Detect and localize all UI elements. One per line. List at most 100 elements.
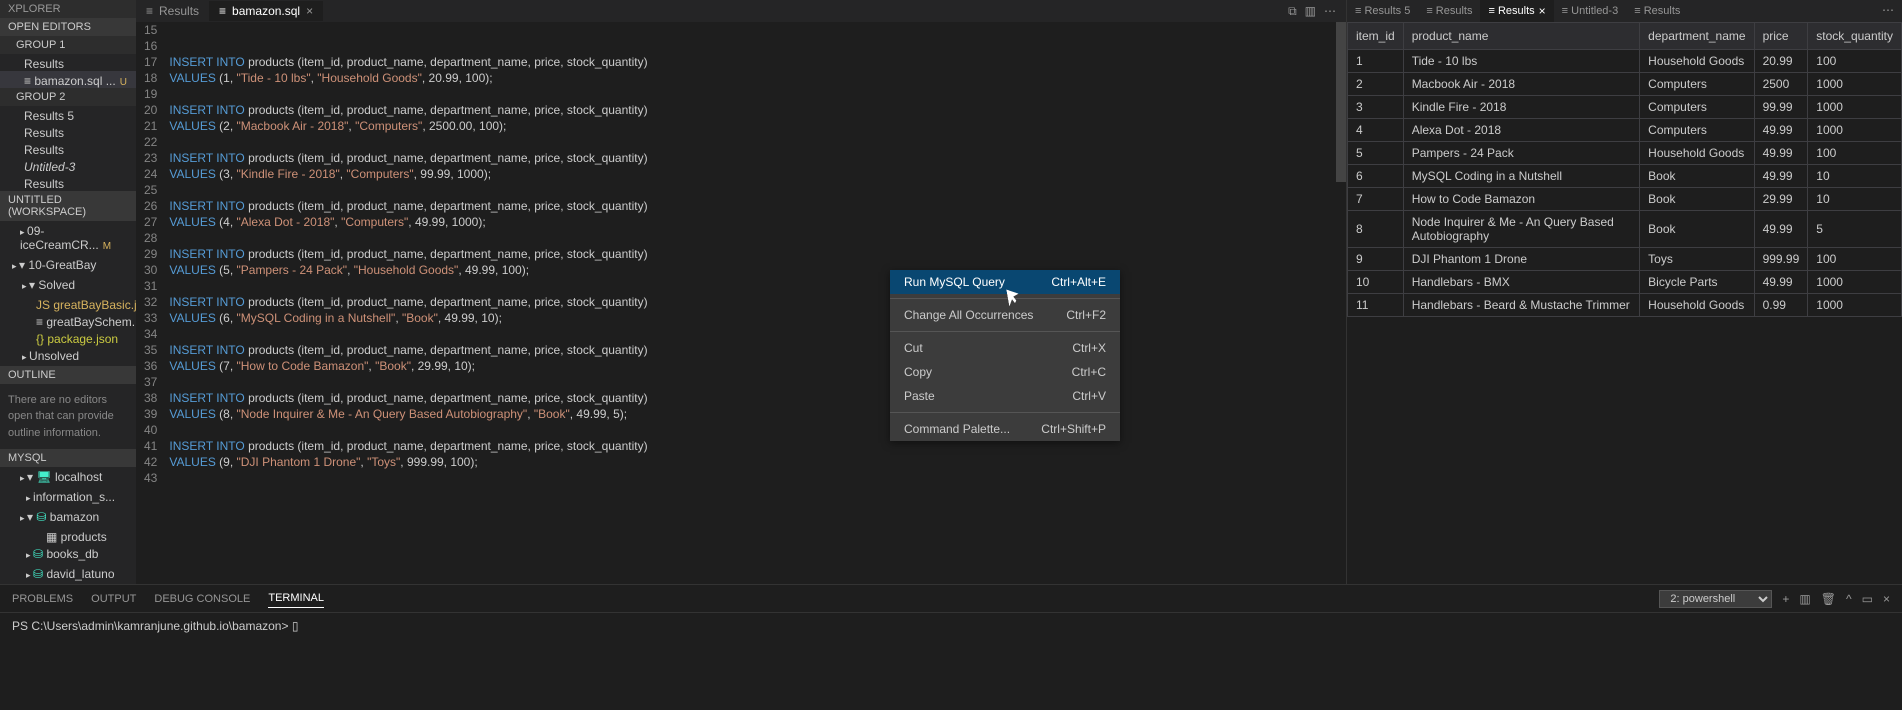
split-terminal-icon[interactable]: ▥ [1799, 592, 1810, 606]
tab-output[interactable]: OUTPUT [91, 590, 136, 608]
folder-solved[interactable]: ▾ Solved [0, 275, 136, 295]
table-row[interactable]: 3Kindle Fire - 2018Computers99.991000 [1348, 96, 1902, 119]
file-greatbayschem[interactable]: ≡ greatBaySchem... [0, 312, 136, 329]
close-icon[interactable]: × [1539, 4, 1546, 18]
results-tab[interactable]: ≡ Results × [1480, 0, 1553, 22]
column-header[interactable]: department_name [1640, 23, 1754, 50]
maximize-icon[interactable]: ^ [1846, 592, 1852, 606]
table-cell: 10 [1348, 271, 1404, 294]
table-row[interactable]: 6MySQL Coding in a NutshellBook49.9910 [1348, 165, 1902, 188]
ctx-change-all[interactable]: Change All OccurrencesCtrl+F2 [890, 303, 1120, 327]
scrollbar[interactable] [1336, 22, 1346, 182]
tab-bamazon-sql[interactable]: ≡ bamazon.sql × [209, 1, 323, 21]
results-table-wrap[interactable]: item_idproduct_namedepartment_nameprices… [1347, 22, 1902, 584]
table-row[interactable]: 7How to Code BamazonBook29.9910 [1348, 188, 1902, 211]
terminal[interactable]: PS C:\Users\admin\kamranjune.github.io\b… [0, 613, 1902, 710]
results-tab[interactable]: ≡ Untitled-3 [1554, 0, 1627, 22]
table-cell: 8 [1348, 211, 1404, 248]
close-panel-icon[interactable]: × [1883, 592, 1890, 606]
gutter: 1516171819202122232425262728293031323334… [136, 22, 169, 584]
table-cell: 1000 [1808, 271, 1902, 294]
collapse-icon[interactable]: ▭ [1862, 592, 1873, 606]
table-row[interactable]: 5Pampers - 24 PackHousehold Goods49.9910… [1348, 142, 1902, 165]
editor-tab-results-d[interactable]: Results [0, 174, 136, 191]
open-editors-section[interactable]: OPEN EDITORS [0, 18, 136, 36]
table-cell: Pampers - 24 Pack [1403, 142, 1639, 165]
table-cell: 100 [1808, 248, 1902, 271]
mysql-bamazon-db[interactable]: ▾ ⛁ bamazon [0, 507, 136, 527]
table-cell: 1000 [1808, 73, 1902, 96]
folder-icecream[interactable]: 09-iceCreamCR...M [0, 221, 136, 255]
table-row[interactable]: 9DJI Phantom 1 DroneToys999.99100 [1348, 248, 1902, 271]
table-cell: 1000 [1808, 294, 1902, 317]
tab-debug-console[interactable]: DEBUG CONSOLE [154, 590, 250, 608]
table-cell: 7 [1348, 188, 1404, 211]
tab-terminal[interactable]: TERMINAL [268, 589, 324, 608]
terminal-select[interactable]: 2: powershell [1659, 590, 1772, 608]
table-cell: 20.99 [1754, 50, 1808, 73]
group-2-header[interactable]: GROUP 2 [0, 88, 136, 106]
tab-problems[interactable]: PROBLEMS [12, 590, 73, 608]
code-lines[interactable]: INSERT INTO products (item_id, product_n… [169, 22, 1346, 584]
mysql-information-schema[interactable]: information_s... [0, 487, 136, 507]
editor-tab-results5[interactable]: Results 5 [0, 106, 136, 123]
table-cell: 1000 [1808, 96, 1902, 119]
ctx-paste[interactable]: PasteCtrl+V [890, 384, 1120, 408]
mysql-table-products[interactable]: ▦ products [0, 527, 136, 544]
group-1-header[interactable]: GROUP 1 [0, 36, 136, 54]
table-cell: Computers [1640, 96, 1754, 119]
table-cell: 49.99 [1754, 119, 1808, 142]
table-cell: DJI Phantom 1 Drone [1403, 248, 1639, 271]
folder-greatbay[interactable]: ▾ 10-GreatBay [0, 255, 136, 275]
table-cell: 49.99 [1754, 165, 1808, 188]
split-icon[interactable]: ▥ [1305, 4, 1316, 19]
editor-tab-results-b[interactable]: Results [0, 123, 136, 140]
editor-tab-results[interactable]: Results [0, 54, 136, 71]
table-row[interactable]: 10Handlebars - BMXBicycle Parts49.991000 [1348, 271, 1902, 294]
table-cell: 49.99 [1754, 271, 1808, 294]
folder-unsolved[interactable]: Unsolved [0, 346, 136, 366]
table-row[interactable]: 11Handlebars - Beard & Mustache TrimmerH… [1348, 294, 1902, 317]
column-header[interactable]: stock_quantity [1808, 23, 1902, 50]
ctx-separator [890, 412, 1120, 413]
table-cell: Alexa Dot - 2018 [1403, 119, 1639, 142]
mysql-section[interactable]: MYSQL [0, 449, 136, 467]
workspace-section[interactable]: UNTITLED (WORKSPACE) [0, 191, 136, 221]
table-row[interactable]: 1Tide - 10 lbsHousehold Goods20.99100 [1348, 50, 1902, 73]
file-greatbayjs[interactable]: JS greatBayBasic.js [0, 295, 136, 312]
close-icon[interactable]: × [306, 4, 313, 18]
table-cell: 100 [1808, 50, 1902, 73]
results-tab[interactable]: ≡ Results [1626, 0, 1688, 22]
column-header[interactable]: product_name [1403, 23, 1639, 50]
tab-results[interactable]: ≡ Results [136, 1, 209, 21]
table-row[interactable]: 4Alexa Dot - 2018Computers49.991000 [1348, 119, 1902, 142]
results-tab[interactable]: ≡ Results 5 [1347, 0, 1418, 22]
mysql-books-db[interactable]: ⛁ books_db [0, 544, 136, 564]
table-row[interactable]: 2Macbook Air - 2018Computers25001000 [1348, 73, 1902, 96]
results-tab[interactable]: ≡ Results [1418, 0, 1480, 22]
editor-tab-bamazon[interactable]: ≡ bamazon.sql ...U [0, 71, 136, 88]
ctx-copy[interactable]: CopyCtrl+C [890, 360, 1120, 384]
editor-tab-untitled3[interactable]: Untitled-3 [0, 157, 136, 174]
new-terminal-icon[interactable]: + [1782, 592, 1789, 606]
mysql-david[interactable]: ⛁ david_latuno [0, 564, 136, 584]
compare-icon[interactable]: ⧉ [1288, 4, 1297, 19]
more-icon[interactable]: ⋯ [1324, 4, 1336, 19]
mysql-localhost[interactable]: ▾ 🖥 localhost [0, 467, 136, 487]
code-editor[interactable]: 1516171819202122232425262728293031323334… [136, 22, 1346, 584]
more-icon[interactable]: ⋯ [1882, 3, 1894, 17]
table-cell: 1000 [1808, 119, 1902, 142]
column-header[interactable]: item_id [1348, 23, 1404, 50]
column-header[interactable]: price [1754, 23, 1808, 50]
mouse-cursor-icon [1007, 287, 1019, 305]
outline-section[interactable]: OUTLINE [0, 366, 136, 384]
ctx-command-palette[interactable]: Command Palette...Ctrl+Shift+P [890, 417, 1120, 441]
file-package-json[interactable]: {} package.json [0, 329, 136, 346]
ctx-cut[interactable]: CutCtrl+X [890, 336, 1120, 360]
table-cell: Book [1640, 188, 1754, 211]
ctx-run-mysql[interactable]: Run MySQL QueryCtrl+Alt+E [890, 270, 1120, 294]
editor-tab-results-c[interactable]: Results [0, 140, 136, 157]
results-table: item_idproduct_namedepartment_nameprices… [1347, 22, 1902, 317]
table-row[interactable]: 8Node Inquirer & Me - An Query Based Aut… [1348, 211, 1902, 248]
trash-icon[interactable]: 🗑 [1821, 592, 1836, 606]
